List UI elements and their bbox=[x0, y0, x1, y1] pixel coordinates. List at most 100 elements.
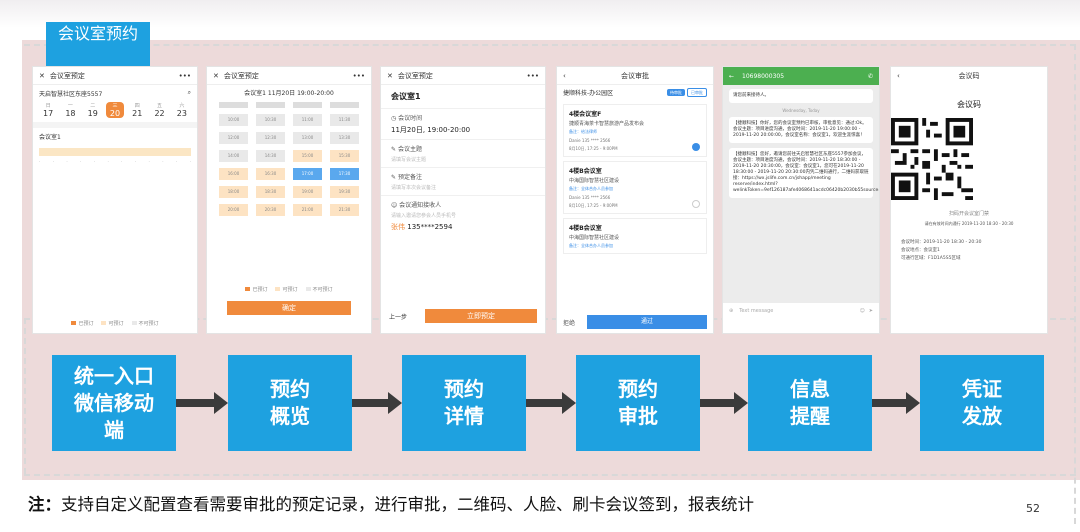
screen-header: ‹ 会议审批 bbox=[557, 67, 713, 85]
time-slot[interactable]: 20:00 bbox=[219, 204, 248, 216]
more-icon[interactable]: ••• bbox=[179, 72, 191, 80]
sms-thread: 请您前来接待人。 Wednesday, Today 【捷顺科技】你好，您的会议室… bbox=[723, 85, 879, 319]
screen-sms-notification: ← 10698000305 ✆ 请您前来接待人。 Wednesday, Toda… bbox=[722, 66, 880, 334]
footnote: 注：支持自定义配置查看需要审批的预定记录，进行审批，二维码、人脸、刷卡会议签到，… bbox=[28, 486, 1028, 524]
reject-button[interactable]: 拒绝 bbox=[563, 318, 575, 327]
time-slot[interactable]: 13:30 bbox=[330, 132, 359, 144]
screen-time-slots: ✕ 会议室预定 ••• 会议室1 11月20日 19:00-20:00 10:0… bbox=[206, 66, 372, 334]
confirm-button[interactable]: 确定 bbox=[227, 301, 351, 315]
dashed-frame-left bbox=[24, 318, 26, 474]
back-icon[interactable]: ‹ bbox=[563, 67, 566, 85]
search-icon[interactable]: ⌕ bbox=[188, 89, 191, 98]
qr-code-icon bbox=[891, 118, 973, 200]
legend-available: 可预订 bbox=[275, 286, 297, 293]
legend-available: 可预订 bbox=[101, 320, 123, 327]
grid-header bbox=[330, 102, 359, 108]
time-slot[interactable]: 21:30 bbox=[330, 204, 359, 216]
user-icon: ☺ bbox=[391, 202, 400, 209]
booking-subtitle: 会议室1 11月20日 19:00-20:00 bbox=[244, 90, 334, 97]
dashed-frame-bottom bbox=[24, 474, 1076, 476]
screen-header: ✕ 会议室预定 ••• bbox=[381, 67, 545, 85]
time-slot[interactable]: 10:30 bbox=[256, 114, 285, 126]
time-slot[interactable]: 19:30 bbox=[330, 186, 359, 198]
time-slot[interactable]: 21:00 bbox=[293, 204, 322, 216]
step-booking-approval: 预约 审批 bbox=[576, 355, 700, 451]
screen-title: 会议室预定 bbox=[397, 71, 433, 80]
approval-card[interactable]: 4楼B会议室 中海国际智慧社区建设 备注：全体合办人员参加 Danie 135 … bbox=[563, 161, 707, 214]
time-slot[interactable]: 11:00 bbox=[293, 114, 322, 126]
step-booking-overview: 预约 概览 bbox=[228, 355, 352, 451]
time-slot[interactable]: 13:00 bbox=[293, 132, 322, 144]
back-icon[interactable]: ‹ bbox=[897, 67, 900, 85]
info-area: 可通行区域：F1D1A5S5区域 bbox=[901, 256, 961, 261]
sms-bubble: 【捷顺科技】你好，您的会议室预约已审核，审批意见：通过:Ok。会议主题：项目进度… bbox=[729, 117, 873, 143]
time-slot[interactable]: 18:30 bbox=[256, 186, 285, 198]
park-filter[interactable]: 捷顺科技-办公园区 bbox=[563, 88, 613, 97]
meeting-topic-field[interactable]: ✎ 会议主题 请填写会议主题 bbox=[381, 139, 545, 167]
approval-card[interactable]: 4楼会议室F 捷顺青海茶卡智慧旅游产品发布会 备注：给法律师 Danie 135… bbox=[563, 104, 707, 157]
edit-icon: ✎ bbox=[391, 146, 398, 153]
location-label: 天启智慧社区东座5557 bbox=[39, 91, 103, 98]
scan-caption: 扫码开会议室门禁 bbox=[948, 211, 989, 217]
time-slot-selected[interactable]: 17:00 bbox=[293, 168, 322, 180]
time-slot[interactable]: 12:30 bbox=[256, 132, 285, 144]
sms-header: ← 10698000305 ✆ bbox=[723, 67, 879, 85]
date-item-selected[interactable]: 三 20 bbox=[105, 102, 124, 118]
date-item[interactable]: 一 18 bbox=[61, 102, 79, 118]
screen-title: 会议码 bbox=[958, 72, 980, 80]
tab-approved[interactable]: 已审批 bbox=[687, 88, 707, 97]
legend-unavailable: 不可预订 bbox=[132, 320, 159, 327]
book-now-button[interactable]: 立即预定 bbox=[425, 309, 537, 323]
time-slot[interactable]: 12:00 bbox=[219, 132, 248, 144]
more-icon[interactable]: ••• bbox=[527, 72, 539, 80]
legend: 已预订 可预订 不可预订 bbox=[207, 286, 371, 293]
time-slot[interactable]: 16:30 bbox=[256, 168, 285, 180]
legend-booked: 已预订 bbox=[71, 320, 93, 327]
unchecked-icon[interactable] bbox=[692, 200, 700, 208]
time-slot[interactable]: 14:30 bbox=[256, 150, 285, 162]
timeline-bar[interactable] bbox=[39, 148, 191, 156]
checked-icon[interactable] bbox=[692, 143, 700, 151]
time-slot[interactable]: 10:00 bbox=[219, 114, 248, 126]
message-input[interactable]: Text message bbox=[733, 308, 859, 314]
booking-remark-field[interactable]: ✎ 预定备注 请填写本次会议备注 bbox=[381, 167, 545, 195]
date-item[interactable]: 五 22 bbox=[151, 102, 169, 118]
approve-button[interactable]: 通过 bbox=[587, 315, 707, 329]
time-slot-selected[interactable]: 17:30 bbox=[330, 168, 359, 180]
sms-bubble-link[interactable]: 【捷顺科技】您好，邀请您前往天启智慧社区东座5557参加会议，会议主题：项目进度… bbox=[729, 148, 879, 198]
step-booking-details: 预约 详情 bbox=[402, 355, 526, 451]
dashed-frame-right bbox=[1074, 44, 1076, 524]
date-item[interactable]: 四 21 bbox=[128, 102, 146, 118]
timeline-ticks: · · · · · · · · · · · · bbox=[39, 159, 191, 164]
time-slot[interactable]: 15:00 bbox=[293, 150, 322, 162]
time-slot[interactable]: 11:30 bbox=[330, 114, 359, 126]
approval-card[interactable]: 4楼B会议室 中海国际智慧社区建设 备注：全体合办人员参加 bbox=[563, 218, 707, 254]
time-slot[interactable]: 20:30 bbox=[256, 204, 285, 216]
date-item[interactable]: 二 19 bbox=[84, 102, 102, 118]
send-icon[interactable]: ➤ bbox=[865, 308, 873, 314]
tab-pending[interactable]: 待审批 bbox=[667, 89, 685, 96]
flow-arrow bbox=[526, 392, 576, 414]
flow-arrow bbox=[176, 392, 228, 414]
contact-name: 张伟 bbox=[391, 223, 405, 231]
time-slot[interactable]: 19:00 bbox=[293, 186, 322, 198]
date-item[interactable]: 日 17 bbox=[39, 102, 57, 118]
time-slot[interactable]: 18:00 bbox=[219, 186, 248, 198]
location-row[interactable]: 天启智慧社区东座5557 ⌕ bbox=[33, 85, 197, 102]
info-time: 会议时间：2019-11-20 18:30 - 20:30 bbox=[901, 240, 982, 245]
footnote-label: 注： bbox=[28, 495, 61, 514]
action-bar: 拒绝 通过 bbox=[557, 315, 713, 329]
time-slot[interactable]: 14:00 bbox=[219, 150, 248, 162]
prev-step-button[interactable]: 上一步 bbox=[389, 312, 407, 321]
notify-recipient-field[interactable]: ☺ 会议通知接收人 请输入邀请您参会人员手机号 张伟 135****2594 bbox=[381, 195, 545, 236]
date-item[interactable]: 六 23 bbox=[173, 102, 191, 118]
filter-row: 捷顺科技-办公园区 待审批 已审批 bbox=[557, 85, 713, 100]
more-icon[interactable]: ••• bbox=[353, 72, 365, 80]
sms-date: Wednesday, Today bbox=[782, 108, 820, 113]
time-slot[interactable]: 15:30 bbox=[330, 150, 359, 162]
phone-icon[interactable]: ✆ bbox=[868, 73, 873, 80]
screen-header: ✕ 会议室预定 ••• bbox=[33, 67, 197, 85]
time-slot[interactable]: 16:00 bbox=[219, 168, 248, 180]
meeting-time-field[interactable]: ◷ 会议时间 11月20日, 19:00-20:00 bbox=[381, 108, 545, 139]
time-slot-grid: 10:00 10:30 11:00 11:30 12:00 12:30 13:0… bbox=[207, 100, 371, 218]
